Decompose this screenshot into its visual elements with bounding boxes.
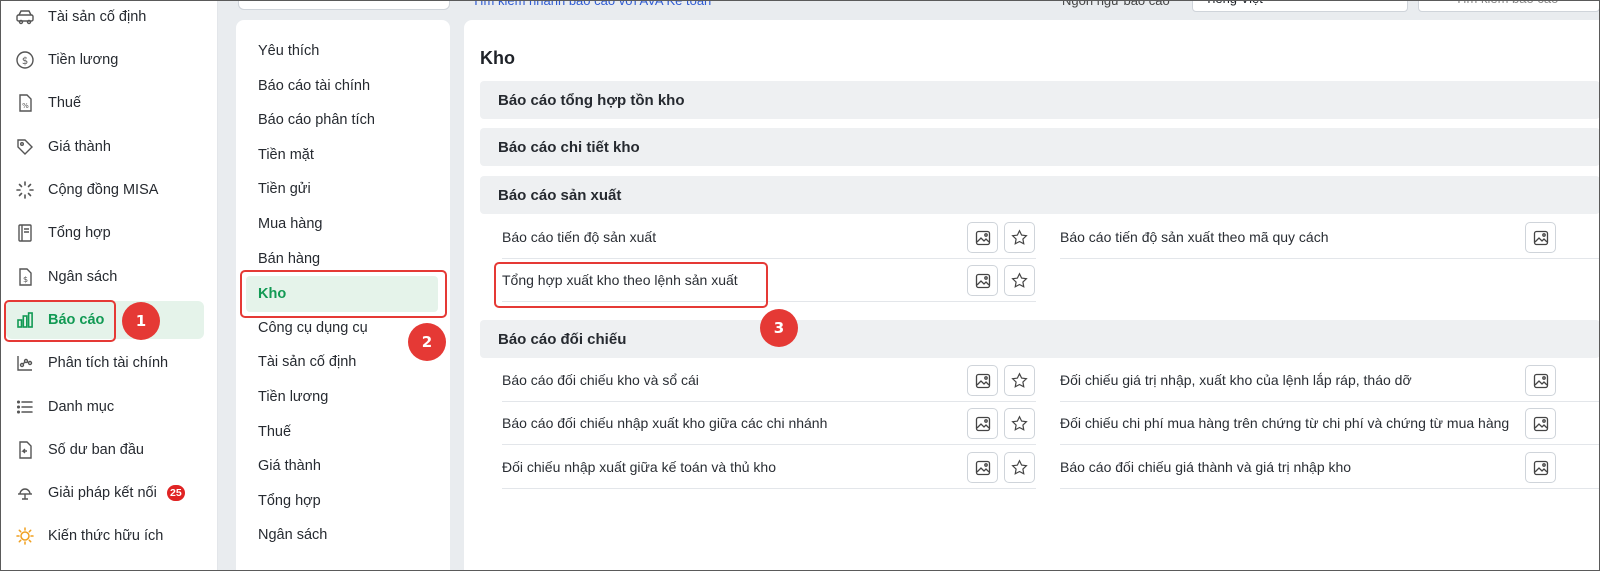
nav-item-label: Danh mục bbox=[48, 399, 115, 415]
tag-icon bbox=[14, 136, 36, 158]
preview-image-icon[interactable] bbox=[967, 265, 998, 296]
category-mua-hang[interactable]: Mua hàng bbox=[246, 206, 438, 242]
category-tien-luong[interactable]: Tiền lương bbox=[246, 379, 438, 415]
nav-item-label: Cộng đồng MISA bbox=[48, 182, 159, 198]
highlight-box-kho bbox=[240, 270, 447, 318]
report-row[interactable]: Báo cáo tiến độ sản xuất theo mã quy các… bbox=[1060, 216, 1600, 259]
page-title: Kho bbox=[480, 48, 515, 68]
nav-item-label: Thuế bbox=[48, 95, 82, 111]
report-row[interactable]: Báo cáo tiến độ sản xuất bbox=[502, 216, 1036, 259]
category-tien-gui[interactable]: Tiền gửi bbox=[246, 171, 438, 207]
category-tong-hop[interactable]: Tổng hợp bbox=[246, 483, 438, 519]
left-navigation: Tài sản cố định $ Tiền lương % Thuế Giá … bbox=[0, 0, 218, 571]
community-icon bbox=[14, 179, 36, 201]
nav-item-tien-luong[interactable]: $ Tiền lương bbox=[6, 41, 204, 79]
report-name[interactable]: Báo cáo đối chiếu giá thành và giá trị n… bbox=[1060, 459, 1351, 475]
report-name[interactable]: Đối chiếu chi phí mua hàng trên chứng từ… bbox=[1060, 415, 1509, 431]
group-header-tong-hop-ton-kho[interactable]: Báo cáo tổng hợp tồn kho bbox=[480, 81, 1600, 119]
svg-text:$: $ bbox=[22, 56, 28, 67]
bulb-icon bbox=[14, 525, 36, 547]
group-header-san-xuat[interactable]: Báo cáo sản xuất bbox=[480, 176, 1600, 214]
preview-image-icon[interactable] bbox=[967, 452, 998, 483]
category-bao-cao-phan-tich[interactable]: Báo cáo phân tích bbox=[246, 102, 438, 138]
nav-item-danh-muc[interactable]: Danh mục bbox=[6, 388, 204, 426]
report-row[interactable]: Báo cáo đối chiếu nhập xuất kho giữa các… bbox=[502, 402, 1036, 445]
nav-item-so-du-ban-dau[interactable]: Số dư ban đầu bbox=[6, 431, 204, 469]
nav-item-kien-thuc-huu-ich[interactable]: Kiến thức hữu ích bbox=[6, 517, 204, 555]
highlight-box-report bbox=[494, 262, 768, 308]
nav-item-label: Tài sản cố định bbox=[48, 9, 147, 25]
nav-item-giai-phap-ket-noi[interactable]: Giải pháp kết nối 25 bbox=[6, 474, 204, 512]
report-row[interactable]: Báo cáo đối chiếu kho và sổ cái bbox=[502, 359, 1036, 402]
balance-doc-icon bbox=[14, 439, 36, 461]
step-marker-2: 2 bbox=[408, 323, 446, 361]
step-marker-1: 1 bbox=[122, 302, 160, 340]
group-header-chi-tiet-kho[interactable]: Báo cáo chi tiết kho bbox=[480, 128, 1600, 166]
report-name[interactable]: Báo cáo tiến độ sản xuất bbox=[502, 229, 656, 245]
favorite-star-icon[interactable] bbox=[1004, 222, 1035, 253]
nav-item-phan-tich-tai-chinh[interactable]: Phân tích tài chính bbox=[6, 344, 204, 382]
nav-item-cong-dong-misa[interactable]: Cộng đồng MISA bbox=[6, 171, 204, 209]
category-gia-thanh[interactable]: Giá thành bbox=[246, 448, 438, 484]
category-ngan-sach[interactable]: Ngân sách bbox=[246, 517, 438, 553]
report-row[interactable]: Đối chiếu nhập xuất giữa kế toán và thủ … bbox=[502, 446, 1036, 489]
favorite-star-icon[interactable] bbox=[1004, 452, 1035, 483]
preview-image-icon[interactable] bbox=[1525, 222, 1556, 253]
report-name[interactable]: Báo cáo tiến độ sản xuất theo mã quy các… bbox=[1060, 229, 1329, 245]
category-tien-mat[interactable]: Tiền mặt bbox=[246, 137, 438, 173]
preview-image-icon[interactable] bbox=[967, 365, 998, 396]
nav-item-ngan-sach[interactable]: $ Ngân sách bbox=[6, 258, 204, 296]
report-name[interactable]: Báo cáo đối chiếu nhập xuất kho giữa các… bbox=[502, 415, 827, 431]
nav-item-label: Số dư ban đầu bbox=[48, 442, 144, 458]
report-row[interactable]: Báo cáo đối chiếu giá thành và giá trị n… bbox=[1060, 446, 1600, 489]
language-label: Ngôn ngữ báo cáo bbox=[1062, 0, 1170, 8]
preview-image-icon[interactable] bbox=[1525, 452, 1556, 483]
budget-doc-icon: $ bbox=[14, 266, 36, 288]
language-select[interactable]: Tiếng Việt bbox=[1192, 0, 1408, 12]
nav-item-gia-thanh[interactable]: Giá thành bbox=[6, 128, 204, 166]
nav-item-label: Tiền lương bbox=[48, 52, 119, 68]
svg-text:$: $ bbox=[23, 275, 28, 284]
step-marker-3: 3 bbox=[760, 309, 798, 347]
nav-item-label: Giá thành bbox=[48, 139, 111, 155]
nav-item-label: Ngân sách bbox=[48, 269, 118, 285]
nav-item-label: Kiến thức hữu ích bbox=[48, 528, 164, 544]
nav-item-label: Tổng hợp bbox=[48, 225, 111, 241]
category-bao-cao-tai-chinh[interactable]: Báo cáo tài chính bbox=[246, 68, 438, 104]
analytics-icon bbox=[14, 352, 36, 374]
category-thue[interactable]: Thuế bbox=[246, 414, 438, 450]
nav-item-label: Phân tích tài chính bbox=[48, 355, 169, 371]
nav-item-tai-san-co-dinh[interactable]: Tài sản cố định bbox=[6, 0, 204, 36]
preview-image-icon[interactable] bbox=[1525, 408, 1556, 439]
highlight-box-bao-cao bbox=[4, 300, 116, 342]
favorite-star-icon[interactable] bbox=[1004, 408, 1035, 439]
report-name[interactable]: Đối chiếu nhập xuất giữa kế toán và thủ … bbox=[502, 459, 776, 475]
dollar-icon: $ bbox=[14, 49, 36, 71]
preview-image-icon[interactable] bbox=[967, 222, 998, 253]
svg-text:%: % bbox=[22, 102, 29, 110]
report-row[interactable]: Đối chiếu giá trị nhập, xuất kho của lện… bbox=[1060, 359, 1600, 402]
nav-item-label: Giải pháp kết nối bbox=[48, 485, 157, 501]
connect-icon bbox=[14, 482, 36, 504]
list-icon bbox=[14, 396, 36, 418]
group-header-doi-chieu[interactable]: Báo cáo đối chiếu bbox=[480, 320, 1600, 358]
preview-image-icon[interactable] bbox=[1525, 365, 1556, 396]
car-icon bbox=[14, 6, 36, 28]
favorite-star-icon[interactable] bbox=[1004, 265, 1035, 296]
category-yeu-thich[interactable]: Yêu thích bbox=[246, 33, 438, 69]
tax-doc-icon: % bbox=[14, 92, 36, 114]
nav-item-thue[interactable]: % Thuế bbox=[6, 84, 204, 122]
report-name[interactable]: Báo cáo đối chiếu kho và sổ cái bbox=[502, 372, 699, 388]
report-row[interactable]: Đối chiếu chi phí mua hàng trên chứng từ… bbox=[1060, 402, 1600, 445]
report-search-input[interactable] bbox=[238, 0, 450, 10]
notification-badge: 25 bbox=[166, 485, 185, 501]
ai-search-link[interactable]: Tìm kiếm nhanh báo cáo với AVA Kế toán bbox=[472, 0, 711, 8]
favorite-star-icon[interactable] bbox=[1004, 365, 1035, 396]
preview-image-icon[interactable] bbox=[967, 408, 998, 439]
report-name[interactable]: Đối chiếu giá trị nhập, xuất kho của lện… bbox=[1060, 372, 1412, 388]
book-icon bbox=[14, 222, 36, 244]
report-search-right-input[interactable]: Tìm kiếm báo cáo bbox=[1418, 0, 1600, 12]
nav-item-tong-hop[interactable]: Tổng hợp bbox=[6, 214, 204, 252]
